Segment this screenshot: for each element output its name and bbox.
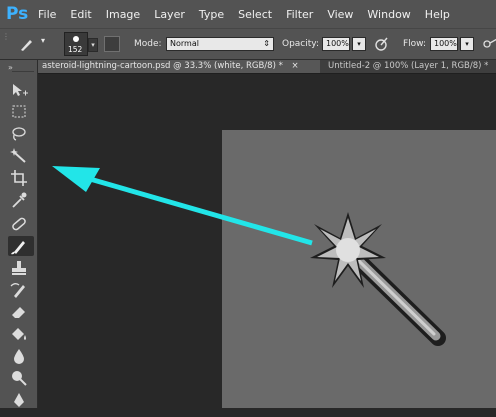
annotation-arrow xyxy=(52,166,313,246)
